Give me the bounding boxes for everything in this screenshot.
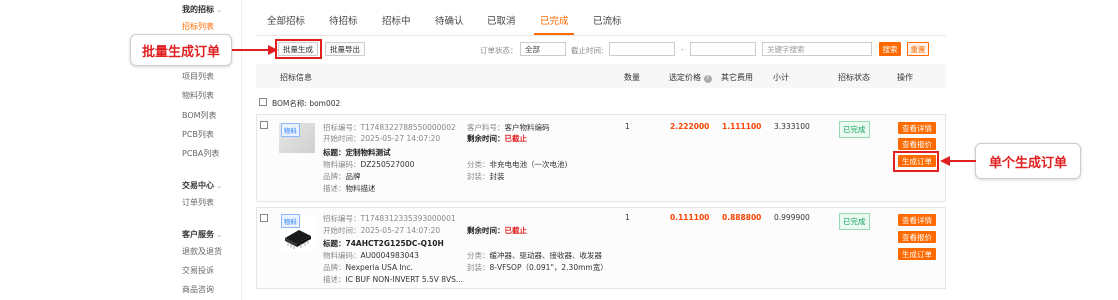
chevron-down-icon: ⌄: [216, 5, 223, 14]
chevron-down-icon: ⌄: [216, 230, 223, 239]
col-price: 选定价格 ?: [669, 72, 712, 83]
bid-title: 标题：74AHCT2G125DC-Q10H: [323, 239, 444, 248]
sidebar-item-pcb[interactable]: PCB列表: [182, 129, 214, 140]
view-details-button[interactable]: 查看详情: [898, 122, 936, 134]
generate-order-button[interactable]: 生成订单: [898, 248, 936, 260]
bom-name: BOM名称: bom002: [272, 99, 341, 108]
sidebar-item-inquiry[interactable]: 商品咨询: [182, 284, 214, 295]
sidebar-item-materials[interactable]: 物料列表: [182, 90, 214, 101]
material-tag: 物料: [281, 214, 300, 228]
other-fee: 0.888800: [722, 213, 762, 222]
sidebar-item-pcba[interactable]: PCBA列表: [182, 148, 219, 159]
remaining-time: 剩余时间：已截止: [467, 226, 527, 235]
bom-checkbox[interactable]: [259, 98, 267, 106]
sidebar-section-my-bids[interactable]: 我的招标 ⌄: [182, 4, 223, 15]
tab-to-confirm[interactable]: 待确认: [435, 13, 464, 27]
table-row: 物料 招标编号：T1748312335393000001 开始时间：2025-0…: [256, 207, 946, 289]
sidebar-section-trade[interactable]: 交易中心 ⌄: [182, 180, 223, 191]
tab-all[interactable]: 全部招标: [267, 13, 305, 27]
status-tabs: 全部招标 待招标 招标中 待确认 已取消 已完成 已流标: [256, 0, 946, 36]
remaining-time: 剩余时间：已截止: [467, 134, 527, 143]
order-status-select[interactable]: 全部: [520, 42, 566, 56]
active-tab-indicator: [534, 33, 574, 35]
tab-bidding[interactable]: 招标中: [382, 13, 411, 27]
order-status-label: 订单状态：: [480, 46, 518, 55]
bom-group-header: BOM名称: bom002: [256, 94, 946, 110]
arrow-left-icon: [940, 156, 976, 166]
subtotal: 3.333100: [774, 122, 810, 131]
start-time: 开始时间：2025-05-27 14:07:20: [323, 134, 441, 143]
sidebar-item-bom[interactable]: BOM列表: [182, 110, 217, 121]
view-quote-button[interactable]: 查看报价: [898, 138, 936, 150]
start-time: 开始时间：2025-05-27 14:07:20: [323, 226, 441, 235]
tab-failed[interactable]: 已流标: [593, 13, 622, 27]
quantity: 1: [625, 122, 630, 131]
status-badge: 已完成: [839, 213, 870, 230]
annotation-single-generate: 单个生成订单: [975, 143, 1081, 179]
tab-cancelled[interactable]: 已取消: [487, 13, 516, 27]
col-info: 招标信息: [280, 73, 312, 82]
subtotal: 0.999900: [774, 213, 810, 222]
deadline-end-input[interactable]: [690, 42, 756, 56]
chevron-down-icon: ⌄: [216, 181, 223, 190]
search-button[interactable]: 搜索: [879, 42, 901, 56]
bid-title: 标题：定制物料测试: [323, 148, 391, 157]
description: 描述：物料描述: [323, 184, 376, 193]
reset-button[interactable]: 重置: [907, 42, 929, 56]
status-badge: 已完成: [839, 121, 870, 138]
col-status: 招标状态: [838, 73, 870, 82]
tab-pending[interactable]: 待招标: [329, 13, 358, 27]
keyword-search-input[interactable]: 关键字搜索: [762, 42, 872, 56]
package: 封装：8-VFSOP（0.091"，2.30mm宽）: [467, 263, 608, 272]
batch-export-button[interactable]: 批量导出: [325, 42, 365, 56]
col-other-fee: 其它费用: [721, 73, 753, 82]
selected-price: 2.222000: [670, 122, 710, 131]
row-checkbox[interactable]: [260, 121, 268, 129]
sidebar-section-service[interactable]: 客户服务 ⌄: [182, 229, 223, 240]
sidebar-item-projects[interactable]: 项目列表: [182, 71, 214, 82]
package: 封装：封装: [467, 172, 505, 181]
arrow-right-icon: [232, 45, 278, 55]
deadline-label: 截止时间:: [571, 46, 604, 55]
selected-price: 0.111100: [670, 213, 710, 222]
col-subtotal: 小计: [773, 73, 789, 82]
deadline-start-input[interactable]: [609, 42, 675, 56]
other-fee: 1.111100: [722, 122, 762, 131]
material-tag: 物料: [281, 123, 300, 137]
col-qty: 数量: [624, 73, 640, 82]
sidebar-item-refund[interactable]: 退款及退货: [182, 246, 222, 257]
view-details-button[interactable]: 查看详情: [898, 214, 936, 226]
view-quote-button[interactable]: 查看报价: [898, 231, 936, 243]
bid-number: 招标编号：T1748312335393000001: [323, 214, 456, 223]
sidebar-item-complaint[interactable]: 交易投诉: [182, 265, 214, 276]
category: 分类：缓冲器、驱动器、接收器、收发器: [467, 251, 602, 260]
help-icon[interactable]: ?: [703, 75, 712, 83]
row-checkbox[interactable]: [260, 214, 268, 222]
table-row: 物料 招标编号：T1748322788550000002 开始时间：2025-0…: [256, 114, 946, 202]
customer-part: 客户料号：客户物料编码: [467, 123, 550, 132]
tab-completed[interactable]: 已完成: [540, 13, 569, 27]
sidebar-item-orders[interactable]: 订单列表: [182, 197, 214, 208]
brand: 品牌：Nexperia USA Inc.: [323, 263, 413, 272]
sidebar-item-bid-list[interactable]: 招标列表: [182, 21, 214, 32]
batch-generate-highlight: [275, 39, 322, 59]
range-separator: -: [681, 45, 684, 54]
quantity: 1: [625, 213, 630, 222]
bid-number: 招标编号：T1748322788550000002: [323, 123, 456, 132]
category: 分类：非充电电池（一次电池): [467, 160, 568, 169]
material-code: 物料编码：DZ250527000: [323, 160, 415, 169]
description: 描述：IC BUF NON-INVERT 5.5V 8VS...: [323, 275, 464, 284]
col-ops: 操作: [897, 73, 913, 82]
annotation-batch-generate: 批量生成订单: [130, 34, 232, 66]
brand: 品牌：品牌: [323, 172, 361, 181]
table-header: 招标信息 数量 选定价格 ? 其它费用 小计 招标状态 操作: [256, 64, 946, 88]
material-code: 物料编码：AU0004983043: [323, 251, 419, 260]
generate-order-highlight: [893, 151, 939, 172]
